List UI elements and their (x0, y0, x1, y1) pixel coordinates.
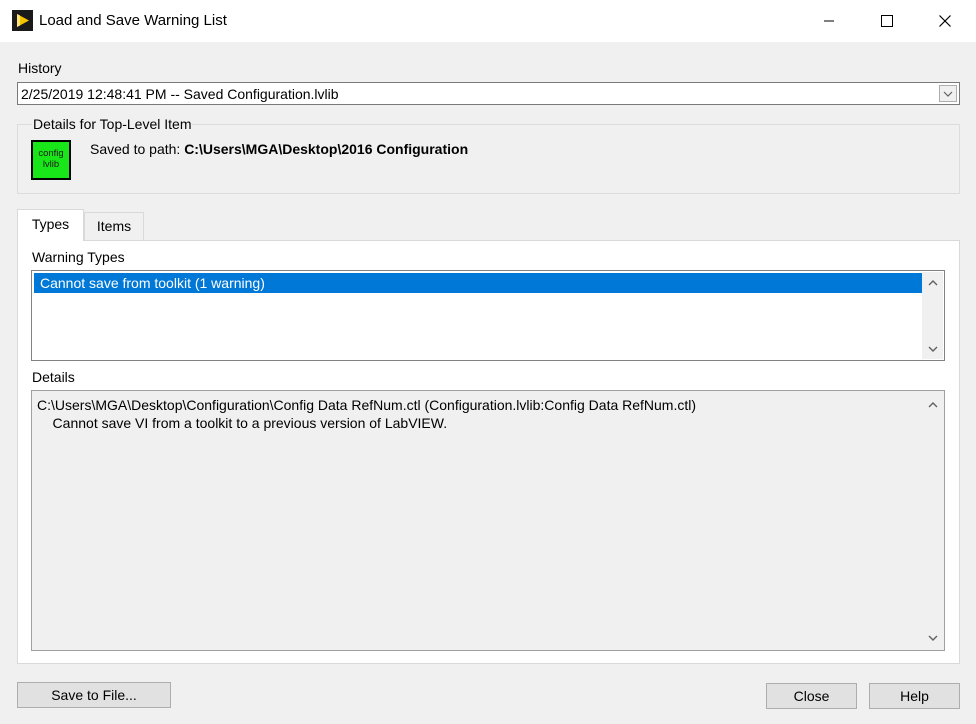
maximize-button[interactable] (858, 0, 916, 42)
details-line-message: Cannot save VI from a toolkit to a previ… (37, 415, 448, 431)
saved-path-prefix: Saved to path: (90, 141, 185, 157)
warning-types-label: Warning Types (32, 249, 125, 265)
maximize-icon (881, 15, 893, 27)
lvlib-icon-line1: config (38, 148, 64, 159)
scroll-down-button[interactable] (922, 627, 943, 648)
close-window-button[interactable] (916, 0, 974, 42)
details-text: C:\Users\MGA\Desktop\Configuration\Confi… (37, 396, 696, 432)
top-level-details-group (17, 124, 960, 194)
chevron-up-icon (928, 279, 937, 285)
warning-types-scrollbar[interactable] (922, 272, 943, 359)
history-selected-value: 2/25/2019 12:48:41 PM -- Saved Configura… (21, 86, 339, 102)
lvlib-icon-line2: lvlib (42, 159, 60, 170)
title-bar: Load and Save Warning List (0, 0, 976, 42)
top-level-details-legend: Details for Top-Level Item (32, 116, 193, 132)
window-title: Load and Save Warning List (39, 12, 227, 29)
tab-types[interactable]: Types (17, 209, 84, 241)
scroll-down-button[interactable] (922, 338, 943, 359)
chevron-down-icon (928, 635, 937, 641)
scroll-up-button[interactable] (922, 272, 943, 293)
details-label: Details (32, 369, 75, 385)
labview-app-icon (12, 10, 33, 31)
details-line-path: C:\Users\MGA\Desktop\Configuration\Confi… (37, 397, 697, 413)
dropdown-arrow-button[interactable] (939, 85, 957, 102)
minimize-button[interactable] (800, 0, 858, 42)
history-dropdown[interactable]: 2/25/2019 12:48:41 PM -- Saved Configura… (17, 82, 960, 105)
details-textbox[interactable]: C:\Users\MGA\Desktop\Configuration\Confi… (31, 390, 945, 651)
minimize-icon (824, 20, 834, 22)
history-label: History (18, 60, 62, 76)
scroll-up-button[interactable] (922, 394, 943, 415)
save-to-file-button[interactable]: Save to File... (17, 682, 171, 708)
help-button[interactable]: Help (869, 683, 960, 709)
warning-types-list[interactable]: Cannot save from toolkit (1 warning) (31, 270, 945, 361)
saved-path-value: C:\Users\MGA\Desktop\2016 Configuration (184, 141, 469, 157)
lvlib-icon: config lvlib (31, 140, 71, 180)
saved-path-text: Saved to path: C:\Users\MGA\Desktop\2016… (90, 141, 468, 157)
tab-items[interactable]: Items (84, 212, 144, 240)
chevron-up-icon (928, 401, 937, 407)
close-icon (939, 15, 951, 27)
close-button[interactable]: Close (766, 683, 857, 709)
details-scrollbar[interactable] (922, 392, 943, 649)
chevron-down-icon (928, 346, 937, 352)
chevron-down-icon (943, 91, 953, 97)
list-item[interactable]: Cannot save from toolkit (1 warning) (34, 273, 922, 293)
